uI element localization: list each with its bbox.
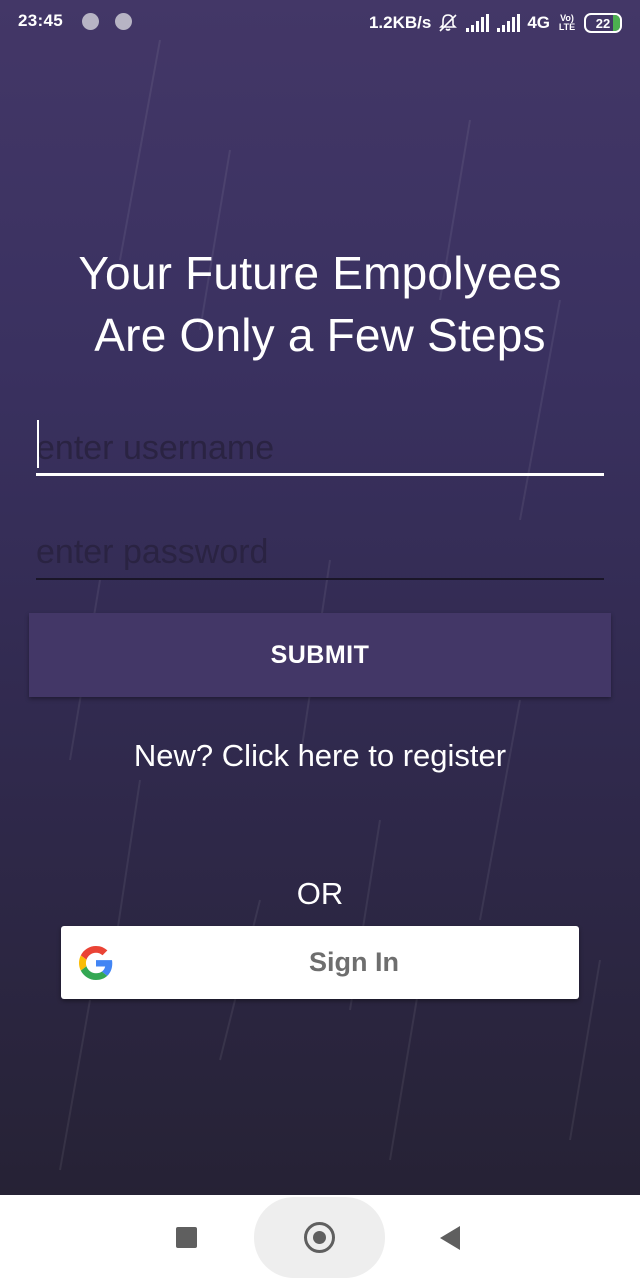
signal-icon (497, 14, 521, 32)
home-icon-dot (313, 1231, 326, 1244)
back-icon[interactable] (440, 1226, 460, 1250)
password-underline (36, 578, 604, 580)
rain-background (59, 39, 601, 1171)
recents-icon[interactable] (176, 1227, 197, 1248)
google-sign-in-label: Sign In (309, 947, 399, 977)
network-type: 4G (527, 13, 550, 32)
volte-bottom: LTE (558, 22, 576, 32)
home-button[interactable] (254, 1197, 385, 1278)
bell-off-icon (439, 14, 458, 32)
battery-fill (612, 15, 620, 31)
network-speed: 1.2KB/s (368, 13, 432, 32)
page-title: Your Future Empolyees Are Only a Few Ste… (0, 242, 640, 366)
notification-dot-icon (82, 13, 99, 30)
title-line-2: Are Only a Few Steps (94, 309, 546, 361)
home-icon (304, 1222, 335, 1253)
username-input[interactable] (36, 420, 604, 476)
username-underline (36, 473, 604, 476)
title-line-1: Your Future Empolyees (78, 247, 562, 299)
submit-button[interactable]: SUBMIT (29, 613, 611, 697)
text-cursor (37, 420, 39, 468)
google-sign-in-button[interactable]: Sign In (61, 926, 579, 999)
battery-icon: 22 (584, 13, 622, 33)
status-indicators: 1.2KB/s 4G Vo) LTE 22 (369, 10, 622, 36)
password-input[interactable] (36, 524, 604, 580)
or-separator: OR (296, 876, 344, 911)
status-bar: 23:45 1.2KB/s 4G Vo) LTE 22 (0, 0, 640, 46)
navigation-bar (0, 1195, 640, 1280)
notification-dot-icon (115, 13, 132, 30)
battery-level: 22 (595, 15, 611, 31)
status-time: 23:45 (18, 11, 63, 30)
register-link[interactable]: New? Click here to register (0, 738, 640, 774)
login-screen: 23:45 1.2KB/s 4G Vo) LTE 22 Your Future … (0, 0, 640, 1195)
signal-icon (466, 14, 490, 32)
volte-indicator: Vo) LTE (557, 14, 577, 32)
